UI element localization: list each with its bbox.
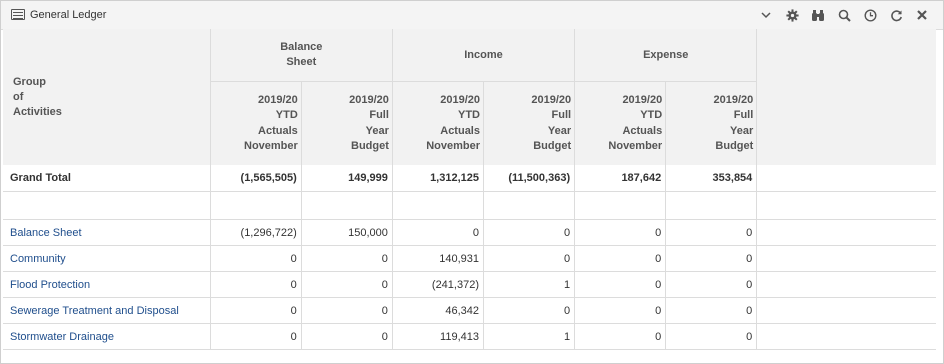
table-cell: 0	[209, 271, 302, 298]
close-icon[interactable]	[909, 6, 935, 24]
table-cell: 0	[300, 271, 393, 298]
table-cell	[574, 191, 666, 220]
panel-title: General Ledger	[30, 9, 107, 21]
table-cell: 140,931	[391, 245, 484, 272]
column-header[interactable]: 2019/20 Full Year Budget	[300, 81, 393, 165]
gear-icon[interactable]	[779, 6, 805, 24]
column-header[interactable]: 2019/20 YTD Actuals November	[391, 81, 484, 165]
table-cell: (1,296,722)	[209, 219, 302, 246]
table-cell: 0	[482, 245, 575, 272]
column-header[interactable]: 2019/20 YTD Actuals November	[209, 81, 302, 165]
row-filler	[756, 245, 936, 272]
column-group-header: Income	[391, 29, 575, 82]
table-cell: 0	[574, 297, 666, 324]
table-cell: 0	[391, 219, 484, 246]
table-cell: 0	[482, 297, 575, 324]
ledger-table: Group of Activities Balance Sheet Income…	[3, 29, 936, 350]
table-cell: 149,999	[300, 165, 393, 192]
table-cell	[300, 191, 393, 220]
table-cell: 0	[300, 245, 393, 272]
table-cell: 1,312,125	[391, 165, 484, 192]
row-filler	[756, 297, 936, 324]
column-header[interactable]: 2019/20 YTD Actuals November	[574, 81, 666, 165]
table-cell	[209, 191, 302, 220]
table-cell: (1,565,505)	[209, 165, 302, 192]
column-header[interactable]: 2019/20 Full Year Budget	[665, 81, 757, 165]
table-cell: 0	[574, 245, 666, 272]
panel-toolbar	[753, 6, 935, 24]
search-icon[interactable]	[831, 6, 857, 24]
header-filler	[756, 29, 936, 165]
table-row[interactable]: Community 0 0 140,931 0 0 0	[3, 245, 936, 272]
table-row[interactable]: Sewerage Treatment and Disposal 0 0 46,3…	[3, 297, 936, 324]
clock-icon[interactable]	[857, 6, 883, 24]
row-header-label: Group of Activities	[3, 29, 211, 165]
table-cell: 0	[574, 271, 666, 298]
row-label-link[interactable]: Stormwater Drainage	[3, 323, 211, 350]
chevron-down-icon[interactable]	[753, 6, 779, 24]
table-cell: 119,413	[391, 323, 484, 350]
grand-total-label: Grand Total	[3, 165, 211, 192]
table-icon	[11, 9, 25, 20]
table-cell: 187,642	[574, 165, 666, 192]
ledger-grid: Group of Activities Balance Sheet Income…	[3, 29, 936, 350]
column-header[interactable]: 2019/20 Full Year Budget	[482, 81, 575, 165]
table-cell	[482, 191, 575, 220]
table-cell: 0	[665, 323, 757, 350]
table-cell: 150,000	[300, 219, 393, 246]
table-cell: 0	[665, 219, 757, 246]
row-label-link[interactable]: Flood Protection	[3, 271, 211, 298]
table-row[interactable]: Stormwater Drainage 0 0 119,413 1 0 0	[3, 323, 936, 350]
table-cell: 0	[209, 245, 302, 272]
table-cell: (11,500,363)	[482, 165, 575, 192]
refresh-icon[interactable]	[883, 6, 909, 24]
table-cell: 0	[482, 219, 575, 246]
table-cell: 1	[482, 271, 575, 298]
row-filler	[756, 271, 936, 298]
table-cell: 0	[574, 323, 666, 350]
table-cell: 0	[300, 297, 393, 324]
row-filler	[756, 323, 936, 350]
row-filler	[756, 219, 936, 246]
table-cell: 46,342	[391, 297, 484, 324]
table-cell: 1	[482, 323, 575, 350]
table-cell: 0	[665, 297, 757, 324]
row-filler	[756, 165, 936, 192]
row-label-link[interactable]: Community	[3, 245, 211, 272]
table-cell: (241,372)	[391, 271, 484, 298]
column-group-header: Balance Sheet	[209, 29, 393, 82]
panel-titlebar: General Ledger	[1, 1, 943, 30]
table-row[interactable]: Flood Protection 0 0 (241,372) 1 0 0	[3, 271, 936, 298]
table-cell: 0	[300, 323, 393, 350]
table-cell	[3, 191, 211, 220]
column-group-header: Expense	[574, 29, 757, 82]
spacer-row	[3, 191, 936, 220]
table-cell: 0	[665, 245, 757, 272]
row-label-link[interactable]: Sewerage Treatment and Disposal	[3, 297, 211, 324]
table-cell: 353,854	[665, 165, 757, 192]
table-cell: 0	[574, 219, 666, 246]
binoculars-icon[interactable]	[805, 6, 831, 24]
table-cell: 0	[665, 271, 757, 298]
table-cell	[665, 191, 757, 220]
table-cell: 0	[209, 323, 302, 350]
table-row[interactable]: Balance Sheet (1,296,722) 150,000 0 0 0 …	[3, 219, 936, 246]
general-ledger-panel: General Ledger Group of Activities Balan…	[0, 0, 944, 364]
grand-total-row: Grand Total (1,565,505) 149,999 1,312,12…	[3, 165, 936, 192]
table-cell: 0	[209, 297, 302, 324]
row-label-link[interactable]: Balance Sheet	[3, 219, 211, 246]
table-cell	[391, 191, 484, 220]
row-filler	[756, 191, 936, 220]
